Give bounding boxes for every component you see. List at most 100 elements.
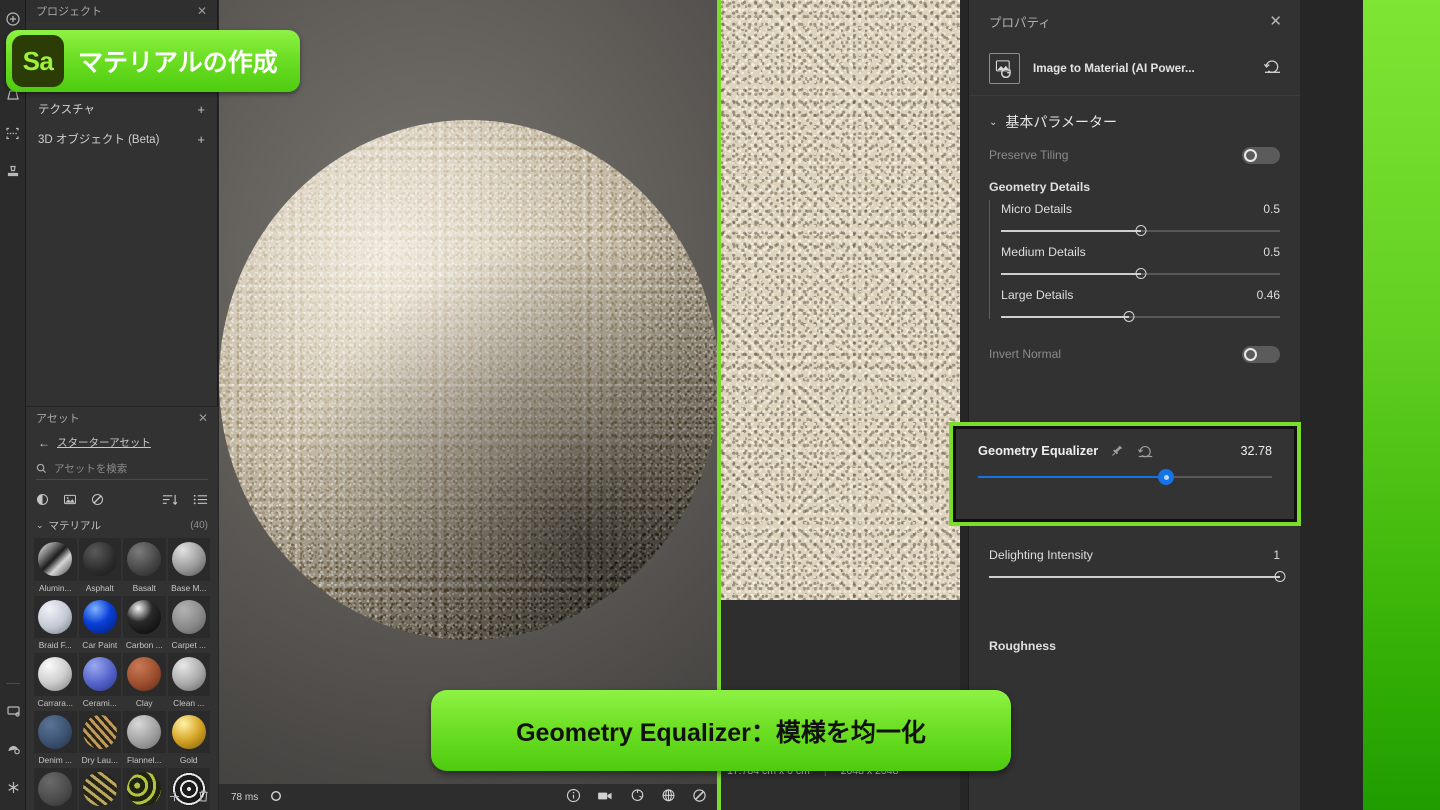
micro-details-slider[interactable]: Micro Details 0.5 — [1001, 196, 1280, 239]
preserve-tiling-toggle[interactable] — [1242, 146, 1280, 164]
material-item[interactable]: Dry Lau... — [78, 710, 121, 767]
material-thumbnail[interactable] — [123, 538, 166, 581]
delighting-intensity-value: 1 — [1273, 548, 1280, 562]
delete-asset-icon[interactable] — [197, 789, 210, 808]
material-thumbnail[interactable] — [34, 768, 77, 810]
reset-icon[interactable] — [1263, 58, 1282, 79]
sort-icon[interactable] — [162, 493, 177, 506]
settings-icon[interactable] — [0, 768, 26, 806]
material-item[interactable]: Braid F... — [34, 595, 77, 652]
image-filter-icon[interactable] — [63, 493, 77, 506]
material-filter-icon[interactable] — [36, 493, 49, 506]
material-thumbnail[interactable] — [123, 768, 166, 810]
material-thumbnail[interactable] — [78, 768, 121, 810]
transform-icon[interactable] — [0, 114, 26, 152]
material-item[interactable]: Alumin... — [34, 538, 77, 594]
material-thumbnail[interactable] — [78, 595, 121, 638]
assets-panel-title: アセット — [36, 413, 80, 425]
material-item[interactable]: Gold — [167, 710, 210, 767]
material-item[interactable] — [123, 768, 166, 810]
add-texture-icon[interactable]: + — [197, 102, 205, 117]
camera-icon[interactable] — [597, 789, 614, 806]
slider-track[interactable] — [989, 571, 1286, 583]
slider-track[interactable] — [1001, 225, 1280, 237]
material-thumbnail[interactable] — [34, 538, 77, 581]
info-icon[interactable] — [566, 788, 581, 806]
tool-rail — [0, 0, 26, 810]
material-thumbnail[interactable] — [123, 710, 166, 753]
breadcrumb-label[interactable]: スターターアセット — [57, 435, 151, 450]
material-item[interactable] — [34, 768, 77, 810]
close-icon[interactable]: ✕ — [1269, 14, 1282, 29]
material-thumbnail[interactable] — [123, 653, 166, 696]
material-item[interactable]: Clay — [123, 653, 166, 709]
viewport-3d[interactable]: 78 ms — [219, 0, 719, 810]
app-window: プロジェクト ✕ テクスチャ + 3D オブジェクト (Beta) + アセット… — [0, 0, 1440, 810]
material-thumbnail[interactable] — [167, 653, 210, 696]
reset-icon[interactable] — [1137, 444, 1154, 458]
add-asset-icon[interactable] — [168, 790, 181, 808]
slider-track[interactable] — [1001, 311, 1280, 323]
texture-preview-pane[interactable]: 17.784 cm x 0 cm | 2048 x 2048 — [721, 0, 960, 810]
material-label: Base M... — [171, 582, 207, 593]
material-item[interactable]: Denim ... — [34, 710, 77, 767]
breadcrumb[interactable]: ← スターターアセット — [26, 429, 218, 454]
material-item[interactable]: Car Paint — [78, 595, 121, 652]
material-thumbnail[interactable] — [78, 538, 121, 581]
invert-normal-toggle[interactable] — [1242, 345, 1280, 363]
material-thumbnail[interactable] — [167, 710, 210, 753]
slider-track[interactable] — [1001, 268, 1280, 280]
render-time: 78 ms — [231, 791, 259, 803]
geometry-equalizer-slider[interactable] — [978, 469, 1272, 485]
rotate-icon[interactable] — [630, 788, 645, 806]
material-item[interactable] — [78, 768, 121, 810]
material-item[interactable]: Carpet ... — [167, 595, 210, 652]
material-item[interactable]: Base M... — [167, 538, 210, 594]
material-thumbnail[interactable] — [34, 595, 77, 638]
material-item[interactable]: Carrara... — [34, 653, 77, 709]
large-details-slider[interactable]: Large Details 0.46 — [1001, 282, 1280, 325]
project-panel-title: プロジェクト — [36, 6, 102, 18]
material-sphere-icon[interactable] — [692, 788, 707, 806]
basic-parameters-group-header[interactable]: ⌄ 基本パラメーター — [969, 96, 1300, 140]
preserve-tiling-row[interactable]: Preserve Tiling — [969, 140, 1300, 170]
project-row-textures[interactable]: テクスチャ + — [26, 94, 217, 124]
materials-section-header[interactable]: ⌄ マテリアル (40) — [36, 518, 208, 533]
medium-details-slider[interactable]: Medium Details 0.5 — [1001, 239, 1280, 282]
pin-icon[interactable] — [1111, 444, 1124, 457]
material-thumbnail[interactable] — [34, 710, 77, 753]
display-icon[interactable] — [0, 692, 26, 730]
delighting-intensity-slider[interactable]: Delighting Intensity 1 — [969, 526, 1300, 585]
material-item[interactable]: Clean ... — [167, 653, 210, 709]
material-item[interactable]: Basalt — [123, 538, 166, 594]
material-thumbnail[interactable] — [167, 595, 210, 638]
material-thumbnail[interactable] — [34, 653, 77, 696]
environment-icon[interactable] — [0, 730, 26, 768]
environment-filter-icon[interactable] — [91, 493, 104, 506]
material-thumbnail[interactable] — [123, 595, 166, 638]
material-item[interactable]: Flannel... — [123, 710, 166, 767]
texture-swatch[interactable] — [721, 0, 960, 600]
geometry-equalizer-row[interactable]: Geometry Equalizer 32.78 — [956, 429, 1294, 519]
invert-normal-row[interactable]: Invert Normal — [969, 339, 1300, 369]
effect-row[interactable]: Image to Material (AI Power... — [969, 42, 1300, 96]
project-row-3d-object[interactable]: 3D オブジェクト (Beta) + — [26, 124, 217, 154]
back-arrow-icon[interactable]: ← — [38, 436, 50, 450]
environment-rotate-icon[interactable] — [661, 788, 676, 806]
close-icon[interactable]: ✕ — [198, 412, 208, 424]
material-item[interactable]: Carbon ... — [123, 595, 166, 652]
material-item[interactable]: Asphalt — [78, 538, 121, 594]
rail-divider — [6, 683, 20, 684]
material-item[interactable]: Cerami... — [78, 653, 121, 709]
material-preview-sphere[interactable] — [219, 120, 719, 640]
material-thumbnail[interactable] — [78, 710, 121, 753]
material-thumbnail[interactable] — [78, 653, 121, 696]
close-icon[interactable]: ✕ — [197, 5, 207, 17]
stamp-icon[interactable] — [0, 152, 26, 190]
material-thumbnail[interactable] — [167, 538, 210, 581]
add-3d-object-icon[interactable]: + — [197, 132, 205, 147]
asset-search[interactable]: アセットを検索 — [36, 458, 208, 480]
callout-geometry-equalizer: Geometry Equalizer：模様を均一化 — [431, 690, 1011, 771]
list-view-icon[interactable] — [193, 493, 208, 506]
viewport-split-divider[interactable] — [717, 0, 721, 810]
